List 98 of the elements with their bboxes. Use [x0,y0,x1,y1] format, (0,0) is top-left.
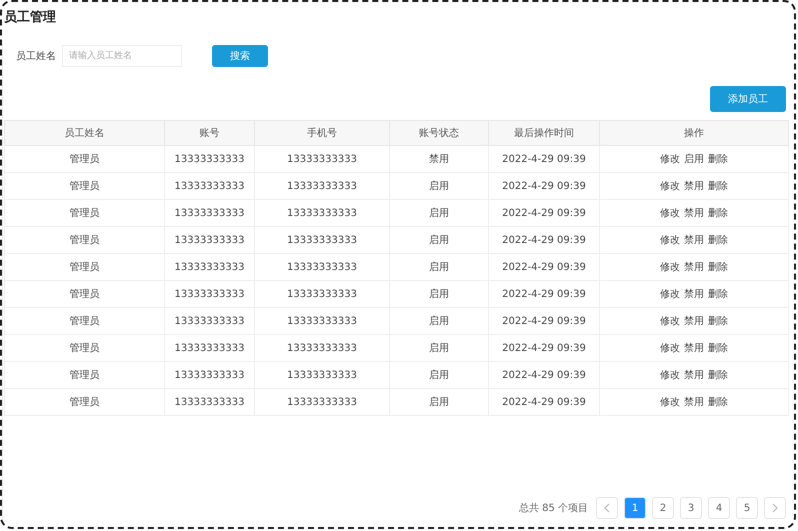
table-cell: 启用 [390,308,488,334]
page-button[interactable]: 3 [680,497,702,519]
action-link[interactable]: 修改 [660,397,680,408]
table-cell: 2022-4-29 09:39 [488,388,600,416]
action-link[interactable]: 修改 [660,289,680,300]
chevron-right-icon [771,503,779,513]
table-cell: 2022-4-29 09:39 [488,362,600,388]
action-link[interactable]: 删除 [708,289,728,300]
table-cell: 管理员 [4,200,164,226]
table-cell: 13333333333 [164,254,254,280]
table-cell: 13333333333 [254,172,390,200]
action-link[interactable]: 修改 [660,208,680,219]
table-cell: 启用 [390,200,488,226]
action-link[interactable]: 禁用 [684,370,704,381]
table-cell: 管理员 [4,280,164,308]
action-link[interactable]: 禁用 [684,397,704,408]
action-link[interactable]: 修改 [660,235,680,246]
table-cell: 管理员 [4,334,164,362]
table-cell: 2022-4-29 09:39 [488,200,600,226]
column-header: 员工姓名 [4,120,164,146]
action-link[interactable]: 删除 [708,181,728,192]
action-link[interactable]: 启用 [684,154,704,165]
action-link[interactable]: 删除 [708,262,728,273]
table-cell: 13333333333 [164,362,254,388]
action-link[interactable]: 禁用 [684,235,704,246]
table-cell: 管理员 [4,226,164,254]
table-cell: 13333333333 [254,308,390,334]
action-link[interactable]: 禁用 [684,262,704,273]
action-link[interactable]: 删除 [708,397,728,408]
page-title: 员工管理 [3,9,57,27]
action-link[interactable]: 删除 [708,235,728,246]
table-cell: 13333333333 [164,200,254,226]
table-cell: 启用 [390,280,488,308]
table-cell: 2022-4-29 09:39 [488,254,600,280]
action-link[interactable]: 修改 [660,181,680,192]
table-cell: 管理员 [4,388,164,416]
table-cell: 13333333333 [164,172,254,200]
action-link[interactable]: 修改 [660,154,680,165]
table-cell: 管理员 [4,146,164,172]
action-link[interactable]: 删除 [708,208,728,219]
table-cell: 管理员 [4,308,164,334]
action-link[interactable]: 删除 [708,370,728,381]
table-cell: 13333333333 [254,362,390,388]
table-cell: 13333333333 [164,280,254,308]
table-cell: 管理员 [4,172,164,200]
page-button[interactable]: 5 [736,497,758,519]
page-button[interactable]: 2 [652,497,674,519]
column-header: 手机号 [254,120,390,146]
table-cell: 13333333333 [254,200,390,226]
table-cell: 管理员 [4,362,164,388]
table-cell: 13333333333 [164,388,254,416]
name-input-field[interactable]: 请输入员工姓名 [62,45,182,67]
table-cell: 13333333333 [254,254,390,280]
action-link[interactable]: 删除 [708,316,728,327]
table-cell: 13333333333 [164,334,254,362]
table-cell: 2022-4-29 09:39 [488,146,600,172]
table-cell: 启用 [390,388,488,416]
action-link[interactable]: 禁用 [684,208,704,219]
action-link[interactable]: 禁用 [684,289,704,300]
table-cell: 2022-4-29 09:39 [488,308,600,334]
table-cell: 启用 [390,362,488,388]
table-cell: 13333333333 [254,334,390,362]
action-link[interactable]: 删除 [708,154,728,165]
table-cell: 13333333333 [164,226,254,254]
total-count: 总共 85 个项目 [518,502,588,515]
table-cell: 启用 [390,226,488,254]
table-cell: 2022-4-29 09:39 [488,226,600,254]
table-cell: 2022-4-29 09:39 [488,280,600,308]
page-button[interactable]: 4 [708,497,730,519]
table-cell: 13333333333 [164,146,254,172]
action-link[interactable]: 禁用 [684,181,704,192]
table-cell: 2022-4-29 09:39 [488,172,600,200]
action-link[interactable]: 修改 [660,343,680,354]
column-header: 账号 [164,120,254,146]
previous-page-button[interactable] [596,497,618,519]
column-header: 最后操作时间 [488,120,600,146]
action-link[interactable]: 修改 [660,316,680,327]
table-cell: 13333333333 [254,146,390,172]
field-label: 员工姓名 [16,50,56,63]
action-link[interactable]: 修改 [660,262,680,273]
table-cell: 启用 [390,172,488,200]
table-cell: 13333333333 [254,226,390,254]
table-cell: 禁用 [390,146,488,172]
table-cell: 13333333333 [254,280,390,308]
action-link[interactable]: 修改 [660,370,680,381]
chevron-left-icon [603,503,611,513]
action-link[interactable]: 禁用 [684,343,704,354]
action-link[interactable]: 禁用 [684,316,704,327]
action-link[interactable]: 删除 [708,343,728,354]
column-header: 操作 [600,120,788,146]
table-cell: 2022-4-29 09:39 [488,334,600,362]
table-cell: 启用 [390,334,488,362]
table-cell: 管理员 [4,254,164,280]
table-cell: 13333333333 [164,308,254,334]
table-cell: 13333333333 [254,388,390,416]
column-header: 账号状态 [390,120,488,146]
next-page-button[interactable] [764,497,786,519]
table-cell: 启用 [390,254,488,280]
